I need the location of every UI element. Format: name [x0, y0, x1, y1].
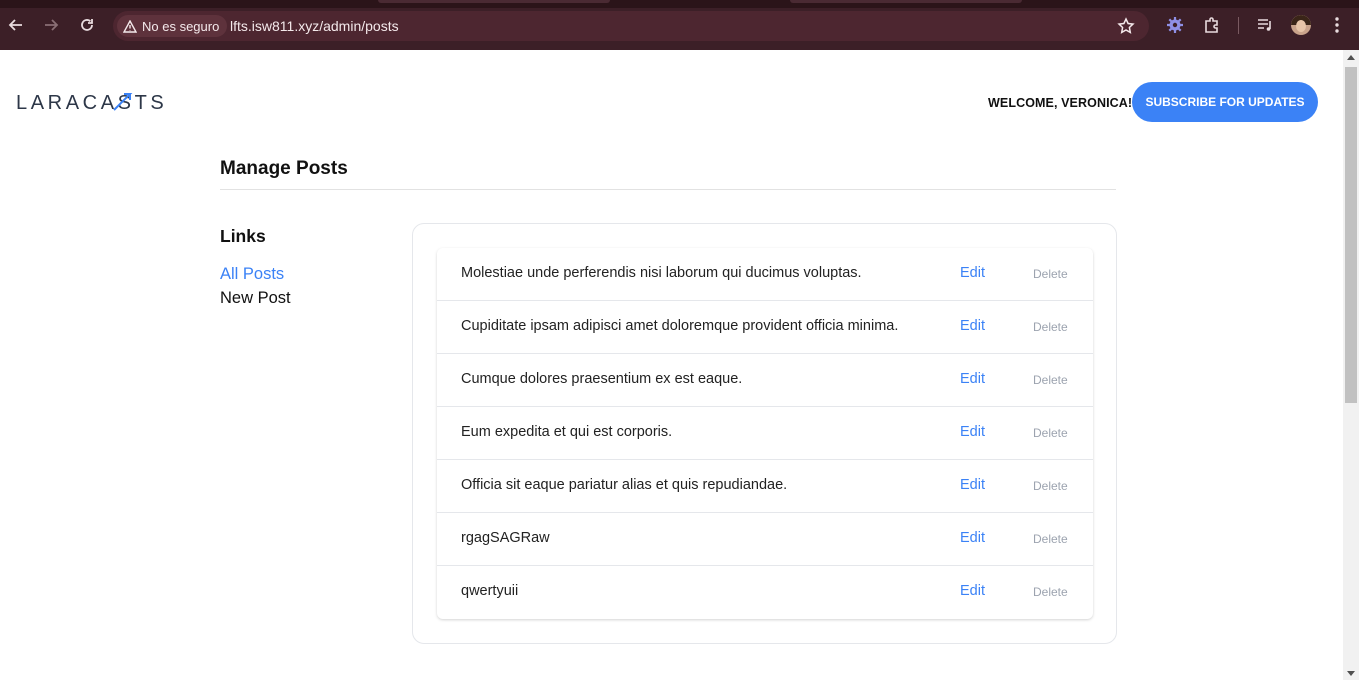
table-row: rgagSAGRaw Edit Delete: [437, 513, 1093, 566]
laracasts-logo[interactable]: LARACASTS: [16, 92, 184, 112]
security-chip[interactable]: No es seguro: [117, 15, 228, 37]
logo-text: LARACASTS: [16, 92, 167, 112]
delete-button[interactable]: Delete: [1033, 267, 1068, 281]
profile-avatar[interactable]: [1291, 15, 1311, 35]
url-text[interactable]: lfts.isw811.xyz/admin/posts: [230, 18, 399, 34]
edit-link[interactable]: Edit: [960, 530, 985, 546]
post-title: Cupiditate ipsam adipisci amet doloremqu…: [461, 318, 899, 334]
table-row: Cumque dolores praesentium ex est eaque.…: [437, 354, 1093, 407]
toolbar-separator: [1238, 17, 1239, 34]
star-icon[interactable]: [1117, 17, 1135, 40]
back-arrow-icon[interactable]: [5, 14, 27, 36]
extension-gear-icon[interactable]: [1165, 15, 1185, 35]
security-label: No es seguro: [142, 18, 220, 34]
edit-link[interactable]: Edit: [960, 583, 985, 599]
menu-dots-icon[interactable]: [1327, 15, 1347, 35]
delete-button[interactable]: Delete: [1033, 532, 1068, 546]
links-heading: Links: [220, 226, 266, 246]
divider: [220, 189, 1116, 190]
page-scrollbar[interactable]: [1343, 50, 1359, 680]
delete-button[interactable]: Delete: [1033, 373, 1068, 387]
table-row: Eum expedita et qui est corporis. Edit D…: [437, 407, 1093, 460]
edit-link[interactable]: Edit: [960, 318, 985, 334]
puzzle-icon[interactable]: [1202, 15, 1222, 35]
scrollbar-thumb[interactable]: [1345, 67, 1357, 403]
post-title: Officia sit eaque pariatur alias et quis…: [461, 477, 788, 493]
tab-strip: [0, 0, 1359, 8]
subscribe-button[interactable]: SUBSCRIBE FOR UPDATES: [1132, 82, 1318, 122]
post-title: Cumque dolores praesentium ex est eaque.: [461, 371, 743, 387]
scroll-down-arrow-icon[interactable]: [1347, 671, 1355, 676]
browser-toolbar: No es seguro lfts.isw811.xyz/admin/posts: [0, 0, 1359, 50]
tab-edge[interactable]: [378, 0, 610, 3]
delete-button[interactable]: Delete: [1033, 585, 1068, 599]
table-row: Molestiae unde perferendis nisi laborum …: [437, 248, 1093, 301]
address-bar[interactable]: No es seguro lfts.isw811.xyz/admin/posts: [113, 11, 1149, 41]
forward-arrow-icon[interactable]: [40, 14, 62, 36]
table-row: Officia sit eaque pariatur alias et quis…: [437, 460, 1093, 513]
edit-link[interactable]: Edit: [960, 424, 985, 440]
posts-table: Molestiae unde perferendis nisi laborum …: [437, 248, 1093, 619]
delete-button[interactable]: Delete: [1033, 479, 1068, 493]
post-title: qwertyuii: [461, 583, 519, 599]
page-title: Manage Posts: [220, 158, 348, 179]
welcome-text: WELCOME, VERONICA!: [988, 96, 1133, 110]
table-row: Cupiditate ipsam adipisci amet doloremqu…: [437, 301, 1093, 354]
sidebar-link-all-posts[interactable]: All Posts: [220, 265, 284, 284]
post-title: Molestiae unde perferendis nisi laborum …: [461, 265, 862, 281]
warning-icon: [123, 19, 137, 33]
posts-panel: Molestiae unde perferendis nisi laborum …: [412, 223, 1117, 644]
post-title: Eum expedita et qui est corporis.: [461, 424, 673, 440]
sidebar-link-new-post[interactable]: New Post: [220, 289, 291, 308]
post-title: rgagSAGRaw: [461, 530, 550, 546]
media-queue-icon[interactable]: [1255, 15, 1275, 35]
page: LARACASTS WELCOME, VERONICA! SUBSCRIBE F…: [0, 50, 1343, 680]
delete-button[interactable]: Delete: [1033, 426, 1068, 440]
table-row: qwertyuii Edit Delete: [437, 566, 1093, 619]
edit-link[interactable]: Edit: [960, 371, 985, 387]
tab-edge[interactable]: [790, 0, 1022, 3]
scroll-up-arrow-icon[interactable]: [1347, 55, 1355, 60]
delete-button[interactable]: Delete: [1033, 320, 1068, 334]
edit-link[interactable]: Edit: [960, 477, 985, 493]
reload-icon[interactable]: [76, 14, 98, 36]
edit-link[interactable]: Edit: [960, 265, 985, 281]
